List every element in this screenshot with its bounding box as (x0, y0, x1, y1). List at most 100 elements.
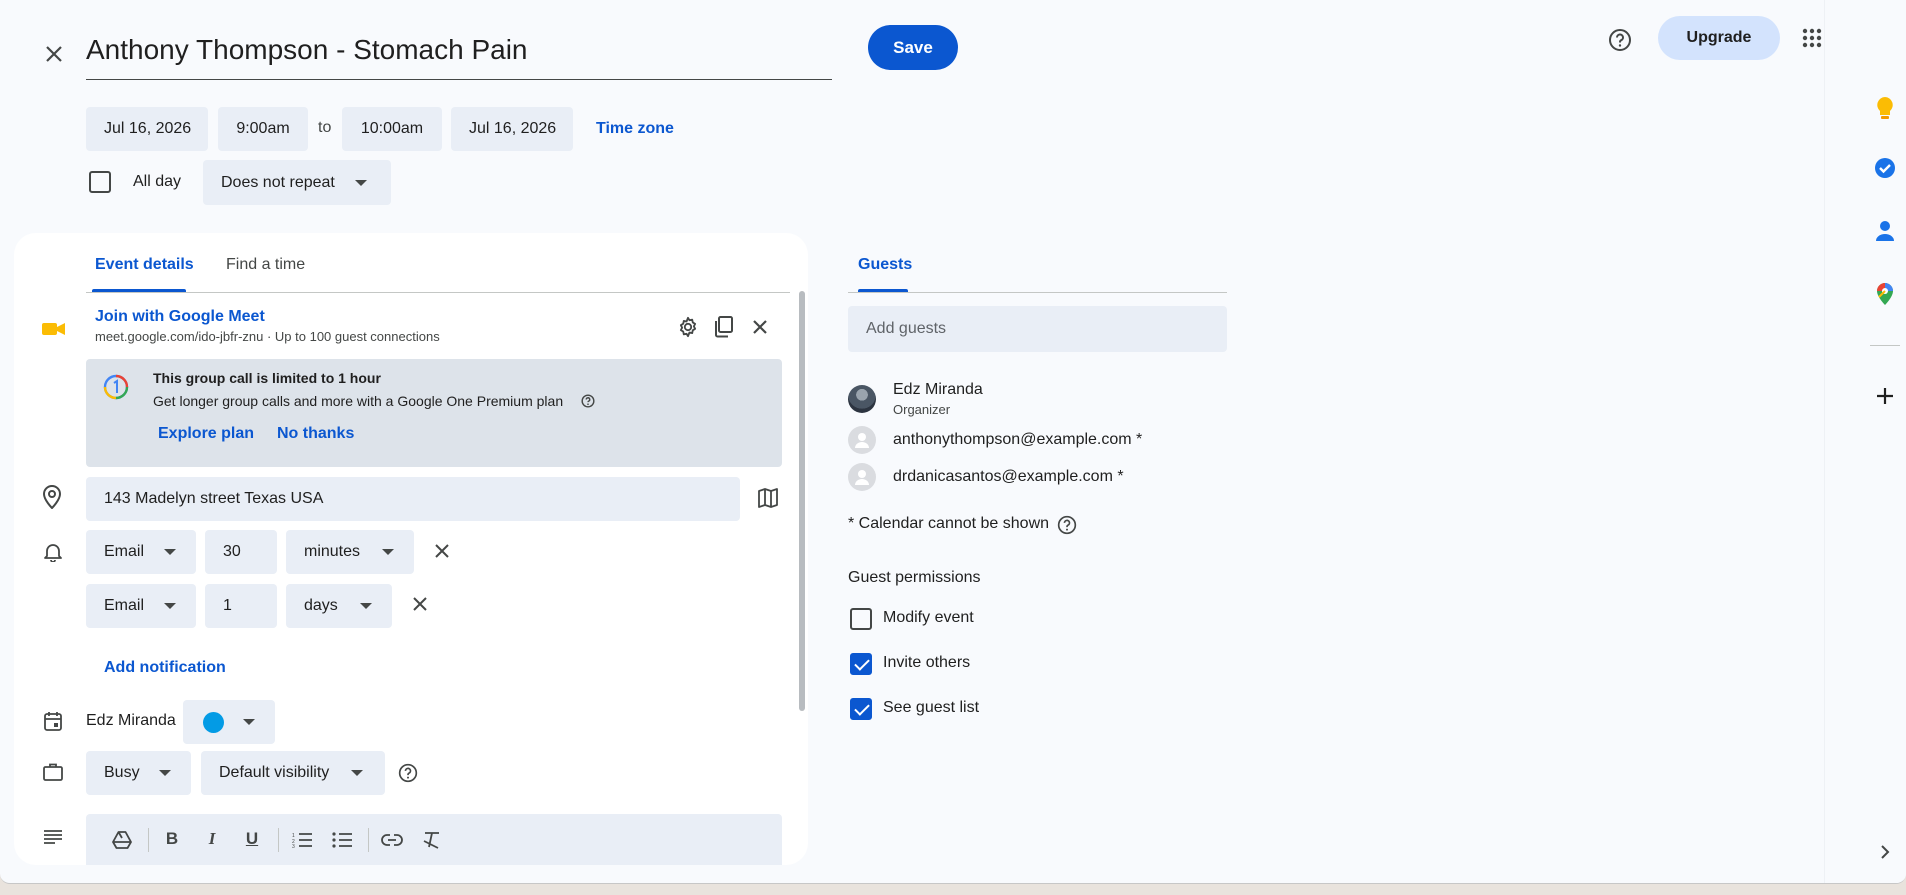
avatar (848, 426, 876, 454)
meet-info: meet.google.com/ido-jbfr-znu · Up to 100… (95, 329, 440, 344)
drive-icon[interactable] (110, 828, 134, 852)
tasks-icon[interactable] (1871, 154, 1899, 182)
tab-find-a-time[interactable]: Find a time (226, 256, 305, 274)
rail-separator (1824, 0, 1825, 883)
event-details-panel: Event details Find a time Join with Goog… (14, 233, 808, 865)
close-icon[interactable] (38, 38, 70, 70)
guest-permissions-title: Guest permissions (848, 569, 981, 586)
description-toolbar: B I U 123 (86, 814, 782, 865)
no-thanks-link[interactable]: No thanks (277, 425, 354, 443)
numbered-list-icon[interactable]: 123 (290, 828, 314, 852)
google-one-icon (102, 373, 130, 401)
see-guest-list-label: See guest list (883, 699, 980, 716)
chevron-down-icon (382, 549, 394, 555)
copy-icon[interactable] (711, 314, 737, 340)
bold-icon[interactable]: B (160, 827, 184, 851)
chevron-down-icon (164, 603, 176, 609)
apps-grid-icon[interactable] (1798, 24, 1826, 52)
event-title-input[interactable]: Anthony Thompson - Stomach Pain (86, 34, 528, 66)
calendar-color-select[interactable] (183, 700, 275, 744)
all-day-label: All day (133, 173, 182, 190)
clear-formatting-icon[interactable] (420, 828, 444, 852)
tab-guests[interactable]: Guests (858, 256, 912, 274)
visibility-value: Default visibility (219, 764, 330, 781)
notification-method-value: Email (104, 597, 145, 614)
add-guests-input[interactable]: Add guests (848, 306, 1227, 352)
chevron-down-icon (243, 719, 255, 725)
calendar-owner: Edz Miranda (86, 712, 176, 729)
description-icon (41, 825, 65, 849)
bulleted-list-icon[interactable] (330, 828, 354, 852)
notification-method-value: Email (104, 543, 145, 560)
location-input[interactable]: 143 Madelyn street Texas USA (86, 477, 740, 521)
calendar-color-swatch (203, 712, 224, 733)
notification-unit-select[interactable]: minutes (286, 530, 414, 574)
start-date-field[interactable]: Jul 16, 2026 (86, 107, 208, 151)
guest-email: anthonythompson@example.com * (893, 431, 1143, 448)
end-date-field[interactable]: Jul 16, 2026 (451, 107, 573, 151)
notification-unit-value: days (304, 597, 338, 614)
video-camera-icon (40, 319, 68, 339)
avatar (848, 463, 876, 491)
maps-icon[interactable] (1871, 280, 1899, 308)
chevron-down-icon (351, 770, 363, 776)
keep-icon[interactable] (1871, 94, 1899, 122)
add-notification-link[interactable]: Add notification (104, 659, 226, 677)
modify-event-checkbox[interactable] (850, 608, 872, 630)
repeat-select[interactable]: Does not repeat (203, 160, 391, 205)
map-icon[interactable] (755, 485, 781, 511)
visibility-select[interactable]: Default visibility (201, 751, 385, 795)
busy-status-value: Busy (104, 764, 140, 781)
link-icon[interactable] (380, 828, 404, 852)
notification-method-select[interactable]: Email (86, 584, 196, 628)
tab-event-details[interactable]: Event details (95, 256, 194, 274)
svg-text:3: 3 (292, 844, 295, 848)
tabs-divider (86, 292, 790, 293)
notification-amount-input[interactable]: 1 (205, 584, 277, 628)
time-zone-link[interactable]: Time zone (596, 120, 674, 138)
panel-scrollbar[interactable] (799, 291, 805, 711)
guest-email: drdanicasantos@example.com * (893, 468, 1124, 485)
join-meet-link[interactable]: Join with Google Meet (95, 308, 265, 326)
end-time-field[interactable]: 10:00am (342, 107, 442, 151)
italic-icon[interactable]: I (200, 827, 224, 851)
plus-icon[interactable] (1871, 382, 1899, 410)
remove-notification-icon[interactable] (408, 592, 432, 616)
bell-icon (41, 540, 65, 564)
explore-plan-link[interactable]: Explore plan (158, 425, 254, 443)
toolbar-divider (368, 828, 369, 852)
busy-status-select[interactable]: Busy (86, 751, 191, 795)
chevron-down-icon (360, 603, 372, 609)
notification-unit-select[interactable]: days (286, 584, 392, 628)
visibility-help-icon[interactable] (396, 761, 420, 785)
remove-notification-icon[interactable] (430, 539, 454, 563)
gear-icon[interactable] (675, 314, 701, 340)
all-day-checkbox[interactable] (89, 171, 111, 193)
notification-amount-input[interactable]: 30 (205, 530, 277, 574)
title-underline (86, 79, 832, 80)
calendar-note-help-icon[interactable] (1055, 513, 1079, 537)
chevron-right-icon[interactable] (1873, 840, 1897, 864)
chevron-down-icon (355, 180, 367, 186)
avatar (848, 385, 876, 413)
start-time-field[interactable]: 9:00am (218, 107, 308, 151)
help-small-icon[interactable] (580, 393, 596, 409)
notice-body: Get longer group calls and more with a G… (153, 393, 564, 409)
see-guest-list-checkbox[interactable] (850, 698, 872, 720)
side-panel-rail (1824, 0, 1906, 883)
location-pin-icon (40, 484, 64, 510)
to-label: to (318, 119, 332, 136)
save-button[interactable]: Save (868, 25, 958, 70)
underline-icon[interactable]: U (240, 827, 264, 851)
notification-method-select[interactable]: Email (86, 530, 196, 574)
repeat-value: Does not repeat (221, 173, 335, 191)
upgrade-button[interactable]: Upgrade (1658, 16, 1780, 60)
rail-divider (1870, 345, 1900, 346)
invite-others-checkbox[interactable] (850, 653, 872, 675)
group-call-notice: This group call is limited to 1 hour Get… (86, 359, 782, 467)
help-icon[interactable] (1604, 24, 1636, 56)
remove-meet-icon[interactable] (747, 314, 773, 340)
calendar-note: * Calendar cannot be shown (848, 515, 1050, 532)
invite-others-label: Invite others (883, 654, 971, 671)
contacts-icon[interactable] (1871, 217, 1899, 245)
